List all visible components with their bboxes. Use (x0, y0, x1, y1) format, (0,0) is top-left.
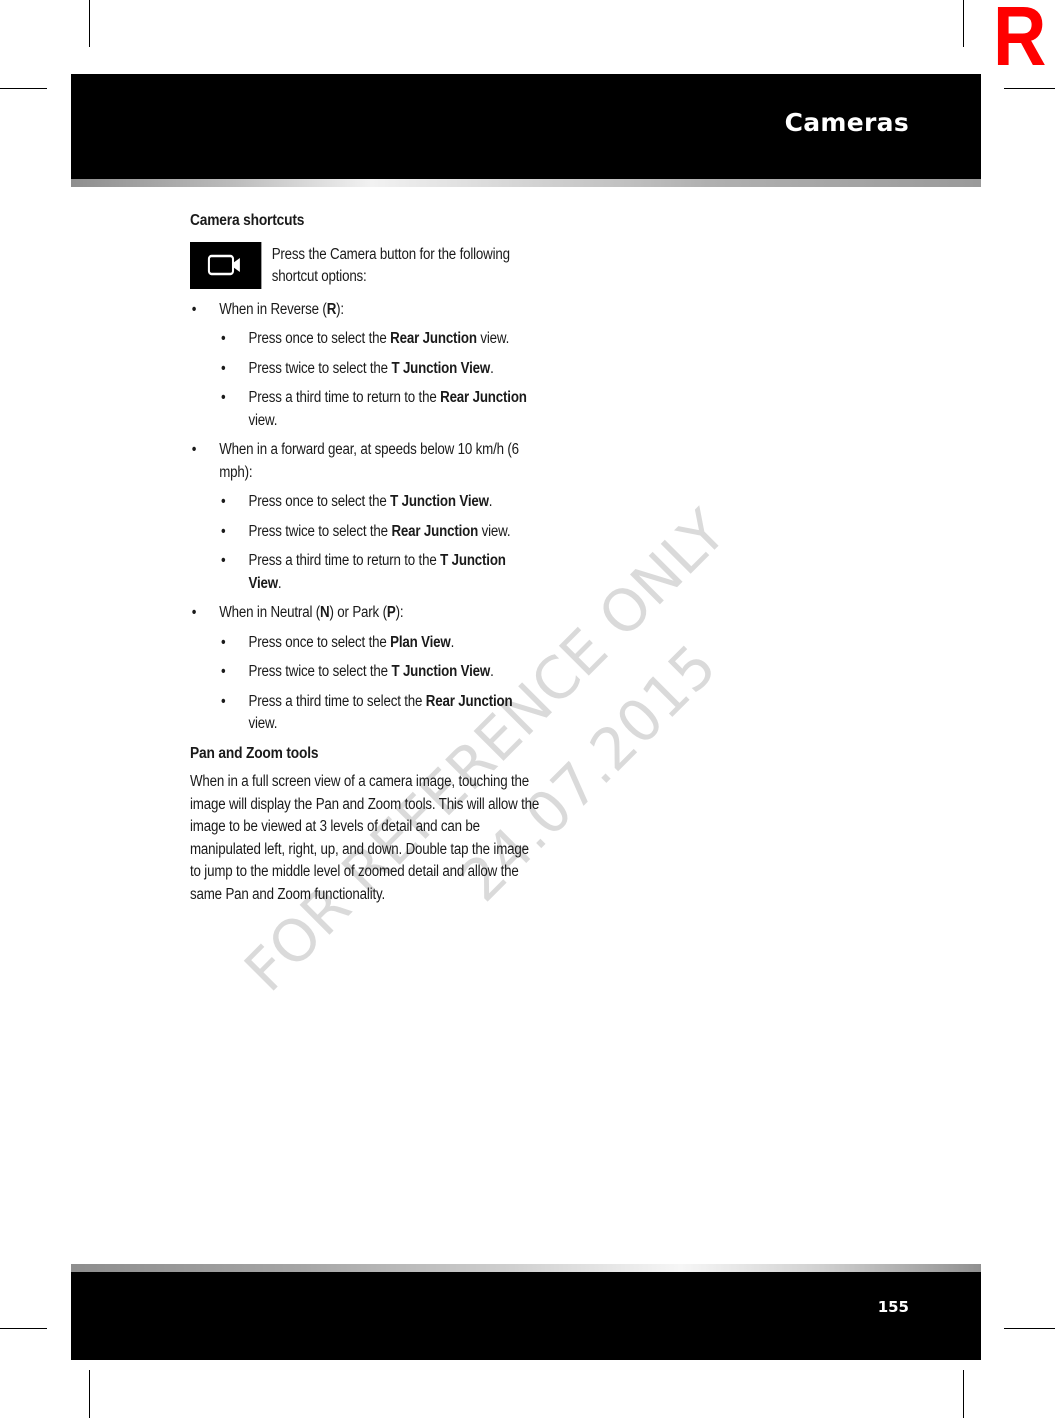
crop-mark-bottom-right-vertical (963, 1370, 964, 1418)
page-header: Cameras (71, 74, 981, 179)
option-text: Press once to select the (248, 493, 391, 510)
condition-text: When in Reverse (R): (219, 301, 344, 318)
crop-mark-bottom-left-horizontal (0, 1328, 47, 1329)
bullet: • (220, 552, 226, 569)
footer-metallic-rule (71, 1264, 981, 1272)
option-text: Press a third time to return to the (248, 389, 441, 406)
intro-text: Press the Camera button for the followin… (271, 245, 510, 286)
shortcut-groups: • When in Reverse (R): • Press once to se… (190, 299, 540, 736)
condition-prefix: When in Reverse ( (219, 300, 327, 318)
crop-mark-top-left-vertical (89, 0, 90, 47)
crop-mark-bottom-right-horizontal (1004, 1328, 1055, 1329)
shortcut-group-reverse: • When in Reverse (R): • Press once to se… (190, 299, 540, 433)
condition-prefix: When in Neutral ( (219, 604, 321, 621)
view-name: Rear Junction (425, 692, 513, 710)
page-content: Camera shortcuts Press the Camera button… (190, 210, 540, 906)
view-name: Rear Junction (440, 389, 527, 406)
option-text: Press once to select the (248, 633, 391, 651)
shortcut-option: • Press a third time to select the Rear J… (219, 691, 540, 736)
bullet: • (191, 441, 197, 458)
option-suffix: . (490, 359, 494, 377)
option-suffix: view. (476, 330, 510, 347)
bullet: • (191, 604, 197, 621)
condition-suffix: ): (336, 300, 344, 318)
view-name: Plan View (390, 633, 451, 651)
shortcut-option: • Press a third time to return to the T J… (219, 550, 540, 595)
option-suffix: . (488, 493, 493, 510)
shortcut-options: • Press once to select the T Junction Vie… (219, 491, 540, 595)
condition-suffix: ): (395, 604, 404, 621)
crop-mark-top-right-vertical (963, 0, 964, 47)
bullet: • (220, 389, 226, 406)
shortcut-option: • Press once to select the Rear Junction … (219, 328, 540, 351)
view-name: Rear Junction (390, 330, 477, 347)
shortcut-options: • Press once to select the Plan View. • Pr… (219, 632, 540, 736)
bullet: • (220, 493, 226, 510)
condition-middle: ) or Park ( (329, 604, 387, 621)
shortcut-option: • Press once to select the T Junction Vie… (219, 491, 540, 514)
crop-mark-top-left-horizontal (0, 88, 47, 89)
camera-button-illustration (190, 241, 262, 289)
pan-zoom-section: Pan and Zoom tools When in a full screen… (190, 743, 540, 907)
option-suffix: . (277, 574, 282, 592)
view-name: T Junction View (391, 359, 491, 377)
crop-mark-top-right-horizontal (1004, 88, 1055, 89)
option-suffix: view. (478, 522, 511, 540)
shortcut-option: • Press twice to select the T Junction Vi… (219, 358, 540, 381)
shortcut-group-neutral-park: • When in Neutral (N) or Park (P): • Pres… (190, 602, 540, 736)
view-name: Rear Junction (391, 522, 479, 540)
page-number: 155 (877, 1298, 909, 1316)
bullet: • (220, 692, 226, 710)
page-footer: 155 (71, 1272, 981, 1360)
view-name: T Junction View (390, 493, 489, 510)
pan-zoom-heading: Pan and Zoom tools (190, 744, 319, 762)
option-suffix: . (450, 633, 455, 651)
option-suffix: view. (248, 411, 278, 429)
pan-zoom-body: When in a full screen view of a camera i… (190, 773, 540, 903)
bullet: • (220, 633, 226, 651)
shortcut-options: • Press once to select the Rear Junction … (219, 328, 540, 432)
bullet: • (220, 330, 226, 347)
gear-letter: P (386, 604, 396, 621)
bullet: • (220, 522, 226, 540)
crop-mark-bottom-left-vertical (89, 1370, 90, 1418)
shortcut-option: • Press twice to select the Rear Junction… (219, 521, 540, 544)
option-suffix: view. (248, 715, 278, 732)
section-title: Cameras (784, 108, 909, 137)
header-metallic-rule (71, 179, 981, 187)
bullet: • (220, 359, 226, 377)
shortcut-option: • Press a third time to return to the Rea… (219, 387, 540, 432)
condition-text: When in Neutral (N) or Park (P): (219, 604, 403, 621)
option-text: Press once to select the (248, 330, 391, 347)
option-text: Press a third time to return to the (248, 552, 441, 569)
option-text: Press twice to select the (248, 663, 392, 680)
shortcut-group-forward: • When in a forward gear, at speeds belo… (190, 439, 540, 595)
bullet: • (220, 663, 226, 680)
shortcut-option: • Press once to select the Plan View. (219, 632, 540, 655)
option-text: Press a third time to select the (248, 692, 426, 710)
gear-letter: R (326, 300, 337, 318)
region-marker-letter: R (993, 0, 1047, 83)
camera-shortcuts-heading: Camera shortcuts (190, 212, 305, 229)
video-camera-icon (207, 254, 240, 275)
shortcut-option: • Press twice to select the T Junction Vi… (219, 661, 540, 684)
option-text: Press twice to select the (248, 359, 392, 377)
option-text: Press twice to select the (248, 522, 392, 540)
option-suffix: . (490, 663, 494, 680)
condition-text: When in a forward gear, at speeds below … (219, 441, 519, 481)
view-name: T Junction View (391, 663, 491, 680)
bullet: • (191, 300, 197, 318)
camera-shortcuts-intro: Press the Camera button for the followin… (190, 241, 540, 289)
gear-letter: N (320, 604, 330, 621)
